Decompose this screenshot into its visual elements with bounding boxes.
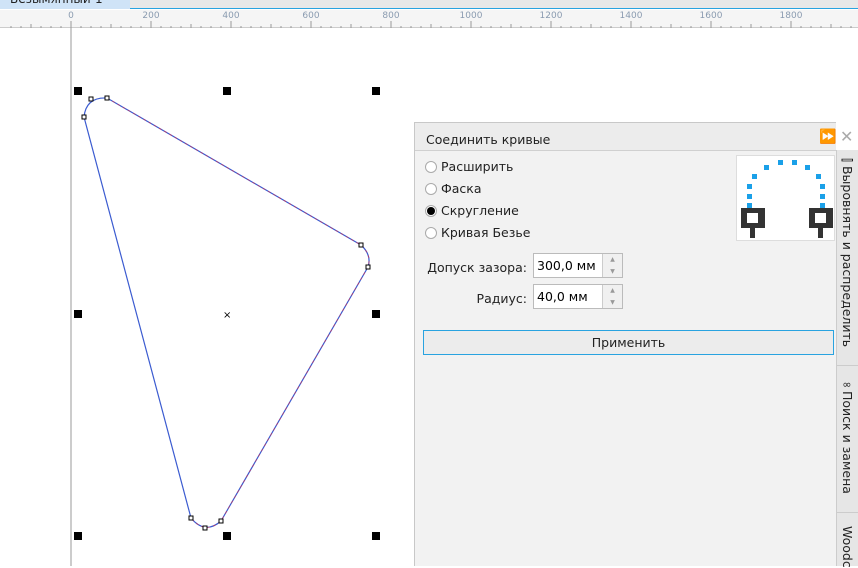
binoculars-icon: ∞: [842, 378, 852, 391]
ruler-label: 1200: [539, 11, 563, 21]
ruler-label: 400: [222, 11, 240, 21]
docker-side-tabs: ⫿ Выровнять и распределить ∞Поиск и заме…: [836, 150, 858, 568]
gap-tolerance-spinbox[interactable]: ▲▼: [533, 253, 623, 278]
spin-up-icon[interactable]: ▲: [610, 287, 615, 294]
docker-header: Соединить кривые ⏩ ✕: [415, 123, 853, 151]
radius-spinbox[interactable]: ▲▼: [533, 284, 623, 309]
ruler-label: 1600: [699, 11, 723, 21]
radio-chamfer[interactable]: Фаска: [425, 181, 482, 196]
document-tab-bar: Безымянный-1: [0, 0, 858, 9]
apply-button[interactable]: Применить: [423, 330, 834, 355]
side-tab-label: Woodc: [840, 526, 855, 568]
radio-bezier[interactable]: Кривая Безье: [425, 225, 530, 240]
side-tab-align-distribute[interactable]: ⫿ Выровнять и распределить: [840, 158, 855, 347]
document-tab[interactable]: Безымянный-1: [0, 0, 130, 9]
radio-label: Скругление: [441, 203, 519, 218]
ruler-label: 0: [68, 11, 74, 21]
center-mark-icon: ×: [223, 310, 231, 321]
radio-label: Фаска: [441, 181, 482, 196]
fillet-preview-image: [736, 155, 835, 241]
radio-label: Кривая Безье: [441, 225, 531, 240]
collapse-icon[interactable]: ⏩: [819, 129, 836, 145]
radius-label: Радиус:: [476, 291, 527, 306]
gap-tolerance-label: Допуск зазора:: [427, 260, 527, 275]
docker-title: Соединить кривые: [426, 132, 551, 147]
radio-circle[interactable]: [425, 160, 437, 173]
spin-down-icon[interactable]: ▼: [610, 299, 615, 306]
ruler-label: 800: [382, 11, 400, 21]
radio-fillet[interactable]: Скругление: [425, 203, 519, 218]
radio-extend[interactable]: Расширить: [425, 159, 513, 174]
radio-circle[interactable]: [425, 182, 437, 195]
ruler-label: 1800: [779, 11, 803, 21]
close-icon[interactable]: ✕: [840, 127, 853, 146]
join-curves-docker: Соединить кривые ⏩ ✕ Расширить Фаска Скр…: [414, 122, 853, 566]
radio-circle[interactable]: [425, 226, 437, 239]
align-icon: ⫿: [840, 158, 855, 166]
radio-circle-checked[interactable]: [425, 204, 437, 217]
gap-tolerance-input[interactable]: [534, 254, 602, 277]
spin-up-icon[interactable]: ▲: [610, 256, 615, 263]
side-tab-woodcut[interactable]: Woodc: [840, 526, 855, 568]
ruler-label: 600: [302, 11, 320, 21]
radius-input[interactable]: [534, 285, 602, 308]
curve-highlight: [106, 97, 370, 528]
horizontal-ruler[interactable]: 0 200 400 600 800 1000 1200 1400 1600 1800: [0, 10, 858, 28]
side-tab-find-replace[interactable]: ∞Поиск и замена: [840, 378, 855, 494]
ruler-label: 1000: [459, 11, 483, 21]
radio-label: Расширить: [441, 159, 514, 174]
side-tab-label: Поиск и замена: [840, 391, 855, 494]
ruler-ticks: [10, 21, 852, 28]
side-tab-label: Выровнять и распределить: [840, 165, 855, 348]
ruler-label: 1400: [619, 11, 643, 21]
ruler-label: 200: [142, 11, 160, 21]
spin-down-icon[interactable]: ▼: [610, 268, 615, 275]
